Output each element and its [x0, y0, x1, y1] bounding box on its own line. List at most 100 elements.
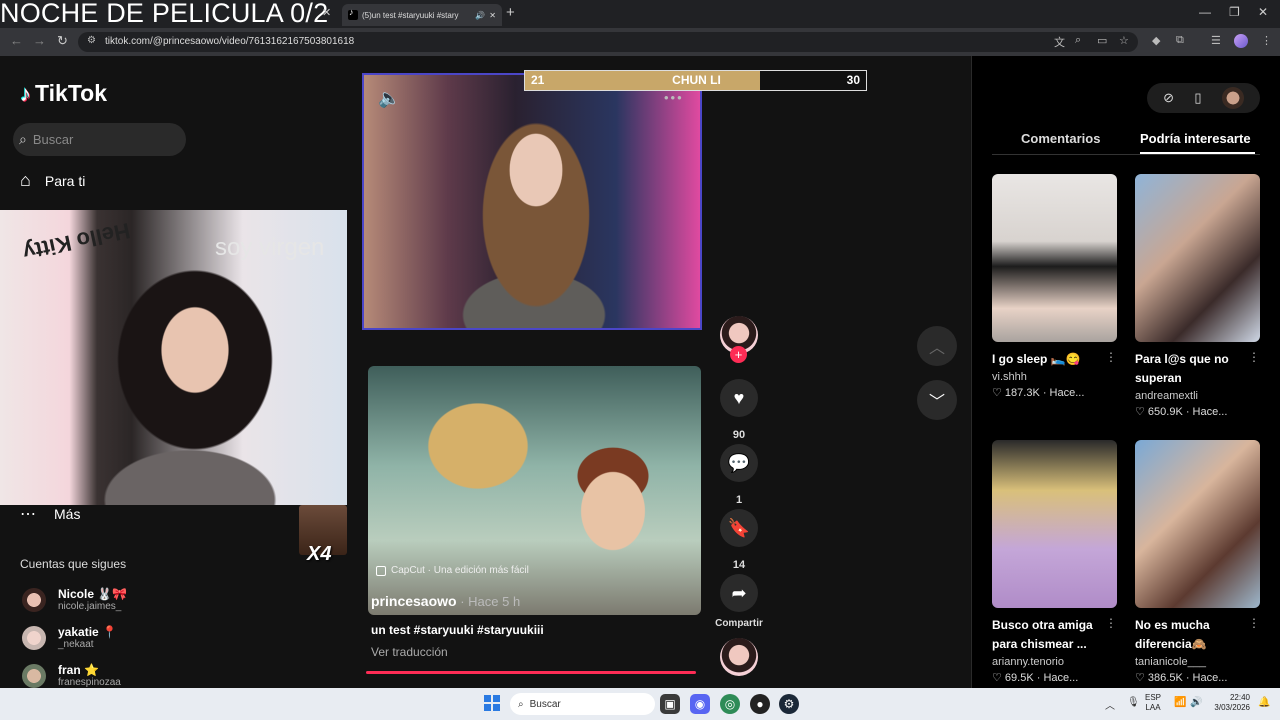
- search-input[interactable]: [32, 132, 173, 147]
- extensions-puzzle-icon[interactable]: ⧉: [1176, 34, 1184, 47]
- more-menu-icon[interactable]: ⋮: [1261, 34, 1272, 47]
- following-account[interactable]: Nicole 🐰🎀 nicole.jaimes_: [22, 587, 127, 612]
- following-account[interactable]: yakatie 📍 _nekaat: [22, 625, 117, 650]
- heart-icon[interactable]: ♥: [720, 379, 758, 417]
- obs-icon[interactable]: ●: [750, 694, 770, 714]
- next-video-avatar[interactable]: [720, 638, 758, 676]
- close-window-icon[interactable]: ✕: [1258, 5, 1268, 19]
- card-menu-icon[interactable]: ⋮: [1105, 350, 1117, 369]
- nav-more-label: Más: [54, 506, 81, 522]
- account-name: yakatie 📍: [58, 625, 117, 639]
- follow-plus-icon[interactable]: +: [730, 346, 747, 363]
- tab-title: (5)un test #staryuuki #stary: [362, 10, 459, 20]
- nav-more[interactable]: ⋯ Más: [20, 504, 80, 524]
- taskbar-search[interactable]: ⌕ Buscar: [510, 693, 655, 715]
- wifi-icon[interactable]: 📶: [1174, 697, 1186, 708]
- recommended-card[interactable]: Busco otra amiga para chismear ... ⋮ ari…: [992, 440, 1117, 684]
- account-name: Nicole 🐰🎀: [58, 587, 128, 601]
- card-menu-icon[interactable]: ⋮: [1248, 616, 1260, 654]
- account-handle: franespinozaa: [58, 677, 121, 688]
- tab-recommended[interactable]: Podría interesarte: [1140, 131, 1251, 146]
- recommended-card[interactable]: No es mucha diferencia🙈 ⋮ tanianicole___…: [1135, 440, 1260, 684]
- new-tab-icon[interactable]: +: [506, 4, 515, 21]
- volume-icon[interactable]: 🔈: [378, 88, 400, 109]
- zoom-icon[interactable]: ⌕: [1075, 34, 1081, 47]
- maximize-icon[interactable]: ❐: [1229, 5, 1240, 19]
- capcut-tag[interactable]: CapCut · Una edición más fácil: [376, 565, 529, 576]
- tab-comments[interactable]: Comentarios: [1021, 131, 1100, 146]
- date: 3/03/2026: [1214, 703, 1250, 712]
- search-icon: ⌕: [19, 131, 27, 147]
- microphone-icon[interactable]: 🎙: [1127, 697, 1140, 708]
- stream-overlay-title: NOCHE DE PELICULA 0/2: [0, 0, 329, 28]
- tray-chevron-icon[interactable]: ︿: [1105, 697, 1115, 712]
- tiktok-favicon-icon: [348, 7, 358, 20]
- steam-icon[interactable]: ⚙: [779, 694, 799, 714]
- see-translation-link[interactable]: Ver traducción: [371, 645, 448, 659]
- search-box[interactable]: ⌕: [13, 123, 186, 156]
- minimize-icon[interactable]: —: [1199, 5, 1211, 19]
- share-icon[interactable]: ➦: [720, 574, 758, 612]
- card-thumbnail[interactable]: [992, 440, 1117, 608]
- nav-for-you[interactable]: ⌂ Para ti: [20, 170, 85, 191]
- card-thumbnail[interactable]: [992, 174, 1117, 342]
- following-account[interactable]: fran ⭐ franespinozaa: [22, 663, 121, 688]
- author-name: princesaowo: [371, 593, 457, 609]
- lang-layout: LAA: [1145, 703, 1161, 712]
- save-action[interactable]: 🔖 14: [719, 509, 759, 571]
- browser-profile-avatar[interactable]: [1234, 34, 1248, 48]
- reading-list-icon[interactable]: ☰: [1211, 34, 1221, 47]
- tab-divider: [992, 154, 1260, 155]
- windows-start-icon[interactable]: [484, 695, 500, 711]
- profile-avatar[interactable]: [1221, 87, 1244, 109]
- card-stats: ♡ 650.9K · Hace...: [1135, 406, 1228, 418]
- volume-tray-icon[interactable]: 🔊: [1190, 697, 1202, 708]
- card-thumbnail[interactable]: [1135, 440, 1260, 608]
- card-user: vi.shhh: [992, 371, 1027, 383]
- tiktok-logo[interactable]: ♪ TikTok: [20, 80, 107, 107]
- input-language[interactable]: ESP LAA: [1145, 693, 1161, 713]
- card-menu-icon[interactable]: ⋮: [1105, 616, 1117, 654]
- previous-video-button[interactable]: ︿: [917, 326, 957, 366]
- translate-icon[interactable]: 文: [1054, 34, 1065, 50]
- extension-icon[interactable]: ◆: [1152, 34, 1160, 47]
- clock[interactable]: 22:40 3/03/2026: [1210, 693, 1250, 713]
- discord-icon[interactable]: ◉: [690, 694, 710, 714]
- tiktok-note-icon: ♪: [20, 80, 31, 106]
- forward-icon[interactable]: →: [33, 33, 46, 48]
- close-tab-icon[interactable]: ✕: [489, 11, 496, 20]
- bookmark-star-icon[interactable]: ☆: [1119, 34, 1129, 47]
- card-menu-icon[interactable]: ⋮: [1248, 350, 1260, 388]
- next-video-button[interactable]: ﹀: [917, 380, 957, 420]
- bookmark-icon[interactable]: 🔖: [720, 509, 758, 547]
- video-progress-bar[interactable]: [366, 671, 696, 674]
- url-text: tiktok.com/@princesaowo/video/7613162167…: [105, 36, 355, 47]
- reload-icon[interactable]: ↻: [57, 33, 68, 49]
- card-stats: ♡ 386.5K · Hace...: [1135, 672, 1228, 684]
- like-action[interactable]: ♥ 90: [719, 379, 759, 441]
- logo-text: TikTok: [35, 80, 107, 106]
- video-player[interactable]: [368, 366, 701, 615]
- chrome-icon[interactable]: ◎: [720, 694, 740, 714]
- close-tab-icon[interactable]: ✕: [322, 6, 331, 19]
- card-thumbnail[interactable]: [1135, 174, 1260, 342]
- task-view-icon[interactable]: ▣: [660, 694, 680, 714]
- following-title: Cuentas que sigues: [20, 557, 127, 571]
- back-icon[interactable]: ←: [10, 33, 23, 48]
- mobile-icon[interactable]: ▯: [1194, 90, 1201, 106]
- comment-icon[interactable]: 💬: [720, 444, 758, 482]
- comment-action[interactable]: 💬 1: [719, 444, 759, 506]
- share-action[interactable]: ➦: [719, 574, 759, 612]
- site-info-icon[interactable]: ⚙: [87, 35, 96, 46]
- cast-icon[interactable]: ▭: [1097, 34, 1107, 47]
- video-author[interactable]: princesaowo · Hace 5 h: [371, 593, 520, 609]
- compass-icon[interactable]: ⊘: [1163, 90, 1174, 106]
- fighting-game-healthbar: 21 CHUN LI 30: [524, 70, 867, 91]
- recommended-card[interactable]: I go sleep 🛌😋 ⋮ vi.shhh ♡ 187.3K · Hace.…: [992, 174, 1117, 399]
- recommended-card[interactable]: Para l@s que no superan ⋮ andreamextli ♡…: [1135, 174, 1260, 418]
- tab-tiktok[interactable]: (5)un test #staryuuki #stary 🔊 ✕: [342, 4, 502, 26]
- notifications-icon[interactable]: 🔔: [1258, 697, 1270, 708]
- avatar: [22, 587, 46, 612]
- capcut-label: CapCut · Una edición más fácil: [391, 565, 529, 576]
- video-options-icon[interactable]: •••: [664, 90, 684, 105]
